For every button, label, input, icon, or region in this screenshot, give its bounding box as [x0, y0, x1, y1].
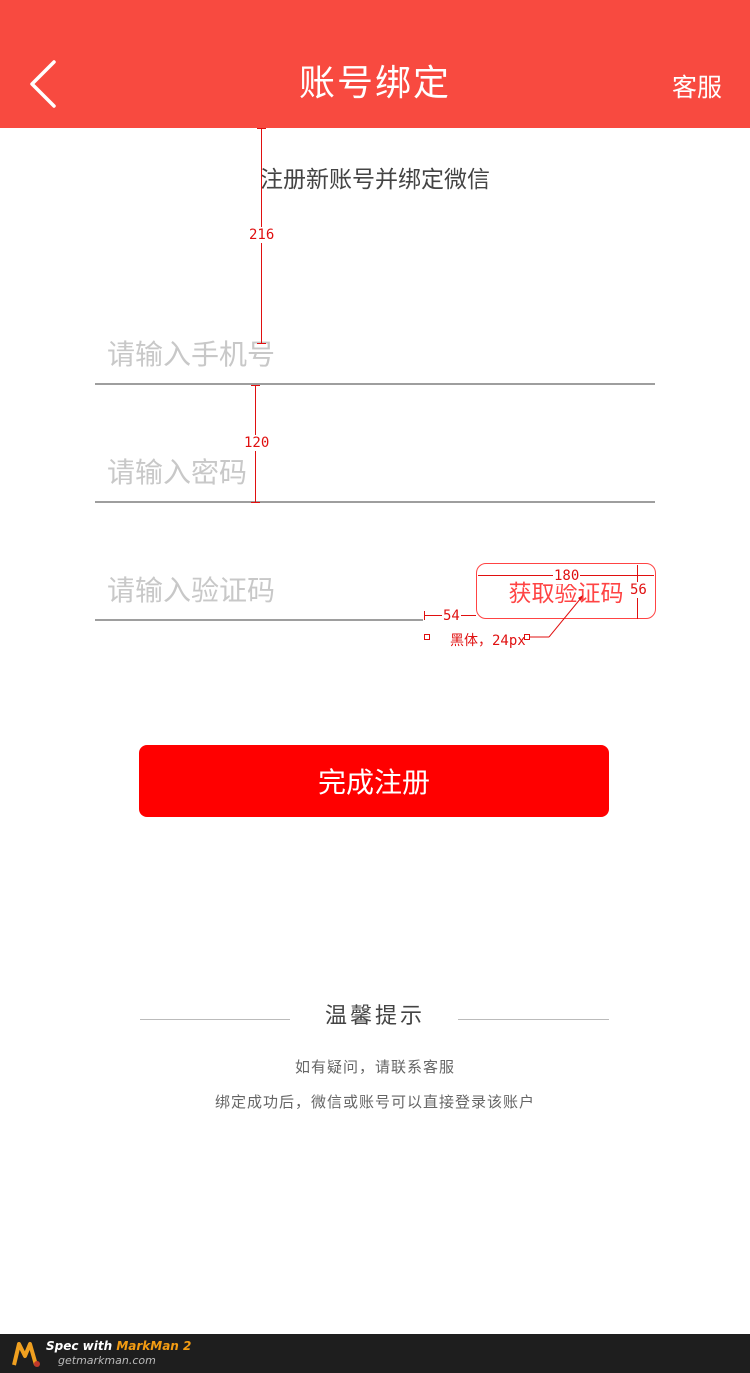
verification-code-input[interactable]: [95, 561, 423, 619]
measure-label-button-gap: 54: [442, 608, 461, 624]
footer-url[interactable]: getmarkman.com: [58, 1354, 156, 1367]
measure-tick: [257, 343, 266, 344]
password-input[interactable]: [95, 443, 655, 501]
phone-input[interactable]: [95, 325, 655, 383]
customer-service-button[interactable]: 客服: [672, 68, 722, 108]
phone-field-wrapper: [95, 325, 655, 385]
nav-bar: 账号绑定 客服: [0, 0, 750, 128]
code-field-wrapper: [95, 561, 423, 621]
measure-tick: [257, 128, 266, 129]
footer-spec-text: Spec with MarkMan 2: [46, 1339, 191, 1353]
measure-label-button-height: 56: [629, 582, 648, 598]
page-subtitle: 注册新账号并绑定微信: [260, 167, 490, 193]
measure-tick: [424, 611, 425, 620]
annotation-marker: [424, 634, 430, 640]
page-title: 账号绑定: [298, 63, 451, 104]
measure-tick: [251, 385, 260, 386]
tip-line-2: 绑定成功后，微信或账号可以直接登录该账户: [214, 1093, 535, 1111]
complete-registration-button[interactable]: 完成注册: [139, 745, 609, 817]
password-field-wrapper: [95, 443, 655, 503]
footer-brand: MarkMan 2: [116, 1339, 192, 1353]
measure-tick: [251, 502, 260, 503]
markman-logo-icon: [12, 1342, 40, 1367]
measure-label-field-gap: 120: [243, 435, 271, 451]
tip-line-1: 如有疑问，请联系客服: [294, 1058, 455, 1076]
font-note: 黑体，24px: [450, 633, 526, 649]
measure-label-top-gap: 216: [248, 227, 276, 243]
measure-label-button-width: 180: [553, 568, 581, 584]
footer-spec-prefix: Spec with: [46, 1339, 113, 1353]
markman-footer: Spec with MarkMan 2 getmarkman.com: [0, 1334, 750, 1373]
tips-title: 温馨提示: [324, 1004, 425, 1029]
leader-line: [530, 595, 583, 638]
